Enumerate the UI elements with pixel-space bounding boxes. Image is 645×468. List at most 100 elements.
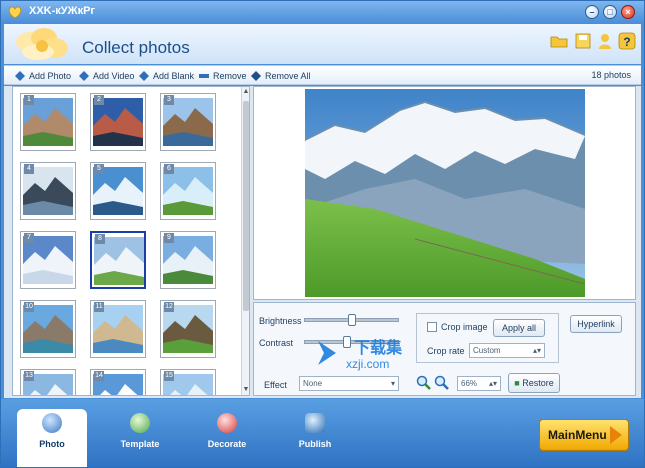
tab-publish[interactable]: Publish (280, 409, 350, 461)
thumbnail-number: 6 (164, 164, 174, 174)
watermark-logo: 下载集 xzji.com (318, 338, 403, 371)
main-menu-label: MainMenu (548, 428, 607, 442)
effect-label: Effect (264, 380, 287, 390)
thumbnail-scrollbar[interactable]: ▲ ▼ (241, 87, 249, 395)
title-bar[interactable]: XXK-кУЖкРг – □ × (1, 1, 644, 23)
apply-all-button[interactable]: Apply all (493, 319, 545, 337)
photo-thumbnail[interactable]: 3 (160, 93, 216, 151)
remove-label: Remove (213, 71, 247, 81)
tab-photo[interactable]: Photo (17, 409, 87, 467)
chevron-down-icon: ▾ (390, 379, 395, 388)
thumbnail-number: 12 (164, 302, 174, 312)
folder-icon[interactable] (550, 32, 568, 50)
photo-thumbnail[interactable]: 2 (90, 93, 146, 151)
thumbnail-number: 10 (24, 302, 34, 312)
remove-all-icon (251, 71, 261, 81)
tab-template[interactable]: Template (105, 409, 175, 461)
publish-tab-icon (305, 413, 325, 433)
thumbnail-number: 13 (24, 371, 34, 381)
scroll-down-icon[interactable]: ▼ (242, 385, 249, 395)
scroll-up-icon[interactable]: ▲ (242, 87, 249, 97)
thumbnail-number: 4 (24, 164, 34, 174)
flower-logo-icon (16, 28, 68, 60)
photo-toolbar: Add Photo Add Video Add Blank Remove Rem… (4, 65, 641, 85)
photo-thumbnail[interactable]: 13 (20, 369, 76, 395)
thumbnail-number: 3 (164, 95, 174, 105)
photo-thumbnail[interactable]: 9 (160, 231, 216, 289)
brightness-slider[interactable] (304, 314, 399, 326)
photo-thumbnail[interactable]: 11 (90, 300, 146, 358)
maximize-button[interactable]: □ (603, 5, 617, 19)
thumbnail-number: 5 (94, 164, 104, 174)
restore-button[interactable]: ■ Restore (508, 373, 560, 393)
thumbnail-image (93, 305, 143, 353)
add-blank-icon (139, 71, 149, 81)
add-blank-label: Add Blank (153, 71, 195, 81)
photo-count: 18 photos (591, 70, 631, 80)
contrast-label: Contrast (259, 338, 294, 348)
photo-tab-icon (42, 413, 62, 433)
photo-thumbnail[interactable]: 5 (90, 162, 146, 220)
photo-thumbnail[interactable]: 6 (160, 162, 216, 220)
hyperlink-button[interactable]: Hyperlink (570, 315, 622, 333)
photo-thumbnail[interactable]: 14 (90, 369, 146, 395)
user-icon[interactable] (596, 32, 614, 50)
crop-rate-value: Custom (473, 346, 501, 355)
add-blank-button[interactable]: Add Blank (138, 69, 194, 83)
thumbnail-image (93, 167, 143, 215)
thumbnail-number: 15 (164, 371, 174, 381)
help-icon[interactable]: ? (618, 32, 636, 50)
tab-photo-label: Photo (39, 439, 65, 449)
main-content: 123456789101112131415 ▲ ▼ (4, 86, 641, 398)
zoom-select[interactable]: 66% ▴▾ (457, 376, 501, 391)
effect-value: None (303, 379, 323, 388)
close-button[interactable]: × (621, 5, 635, 19)
thumbnail-image (163, 236, 213, 284)
remove-icon (199, 74, 209, 78)
minimize-button[interactable]: – (585, 5, 599, 19)
restore-label: Restore (522, 378, 554, 388)
brightness-label: Brightness (259, 316, 302, 326)
zoom-in-icon[interactable] (416, 375, 432, 391)
stepper-icon: ▴▾ (532, 346, 541, 355)
add-video-button[interactable]: Add Video (78, 69, 134, 83)
remove-all-label: Remove All (265, 71, 311, 81)
zoom-out-icon[interactable] (434, 375, 450, 391)
add-photo-label: Add Photo (29, 71, 72, 81)
thumbnail-image (23, 167, 73, 215)
thumbnail-image (93, 98, 143, 146)
watermark-brand: 下载集 (354, 338, 403, 357)
tab-decorate-label: Decorate (207, 439, 247, 449)
main-menu-button[interactable]: MainMenu (539, 419, 629, 451)
effect-select[interactable]: None ▾ (299, 376, 399, 391)
photo-preview (253, 86, 636, 300)
decorate-tab-icon (217, 413, 237, 433)
photo-thumbnail[interactable]: 8 (90, 231, 146, 289)
brightness-knob[interactable] (348, 314, 356, 326)
add-photo-icon (15, 71, 25, 81)
crop-image-checkbox[interactable] (427, 322, 437, 332)
scroll-thumb[interactable] (243, 101, 249, 311)
thumbnail-number: 1 (24, 95, 34, 105)
photo-thumbnail[interactable]: 10 (20, 300, 76, 358)
thumbnail-image (163, 167, 213, 215)
photo-thumbnail[interactable]: 7 (20, 231, 76, 289)
preview-image (305, 89, 585, 297)
tab-decorate[interactable]: Decorate (192, 409, 262, 461)
remove-all-button[interactable]: Remove All (250, 69, 311, 83)
crop-group: Crop image Apply all Crop rate Custom ▴▾ (416, 313, 559, 363)
thumbnail-image (23, 236, 73, 284)
photo-thumbnail[interactable]: 12 (160, 300, 216, 358)
thumbnail-number: 2 (94, 95, 104, 105)
add-photo-button[interactable]: Add Photo (14, 69, 71, 83)
photo-thumbnail[interactable]: 4 (20, 162, 76, 220)
remove-button[interactable]: Remove (198, 69, 247, 83)
template-tab-icon (130, 413, 150, 433)
crop-rate-select[interactable]: Custom ▴▾ (469, 343, 545, 358)
thumbnail-image (163, 305, 213, 353)
zoom-value: 66% (461, 379, 478, 388)
thumbnail-list[interactable]: 1 2 3 4 5 6 7 8 9 10 11 12 13 14 15 ▲ ▼ (12, 86, 250, 396)
photo-thumbnail[interactable]: 1 (20, 93, 76, 151)
save-icon[interactable] (574, 32, 592, 50)
photo-thumbnail[interactable]: 15 (160, 369, 216, 395)
